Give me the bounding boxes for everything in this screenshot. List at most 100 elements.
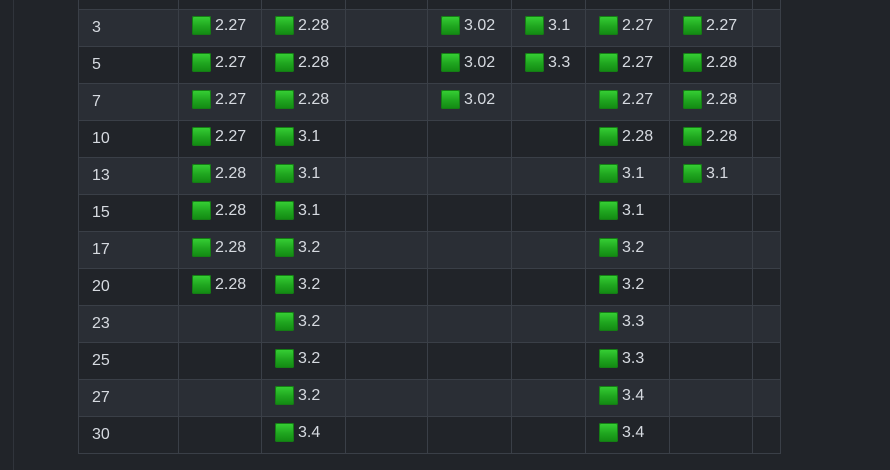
min-version-value: 3.2 bbox=[298, 349, 321, 367]
green-square-icon bbox=[525, 53, 544, 73]
green-square-icon bbox=[441, 16, 460, 36]
support-indicator: 2.28 bbox=[275, 16, 329, 36]
version-compatibility-table: 3 2.27 2.28 3.02 3.1 2.27 2.27 5 2.27 2.28 3.02 3.3… bbox=[78, 0, 781, 454]
green-square-icon bbox=[275, 386, 294, 406]
min-version-value: 2.28 bbox=[706, 90, 738, 108]
table-cell: 3.2 bbox=[261, 379, 346, 417]
table-cell bbox=[345, 157, 428, 195]
green-square-icon bbox=[525, 16, 544, 36]
version-cell: 20 bbox=[78, 268, 179, 306]
green-square-icon bbox=[275, 164, 294, 184]
min-version-value: 2.28 bbox=[298, 90, 330, 108]
support-indicator: 3.1 bbox=[525, 16, 570, 36]
green-square-icon bbox=[275, 90, 294, 110]
table-cell bbox=[669, 231, 753, 269]
table-cell: 2.27 bbox=[669, 9, 753, 47]
table-cell: 2.28 bbox=[178, 231, 262, 269]
table-cell: 3.2 bbox=[261, 305, 346, 343]
table-cell: 3.1 bbox=[261, 194, 346, 232]
table-cell: 3.1 bbox=[585, 157, 670, 195]
table-cell bbox=[752, 305, 781, 343]
min-version-value: 2.27 bbox=[215, 90, 247, 108]
min-version-value: 3.1 bbox=[298, 127, 321, 145]
table-cell bbox=[178, 305, 262, 343]
table-cell: 3.2 bbox=[261, 231, 346, 269]
table-cell bbox=[345, 342, 428, 380]
table-cell: 2.27 bbox=[178, 83, 262, 121]
min-version-value: 3.02 bbox=[464, 16, 496, 34]
table-row: 25 3.2 3.3 bbox=[78, 342, 781, 380]
table-row: 3 2.27 2.28 3.02 3.1 2.27 2.27 bbox=[78, 9, 781, 47]
table-cell bbox=[427, 416, 512, 454]
green-square-icon bbox=[275, 349, 294, 369]
version-cell: 27 bbox=[78, 379, 179, 417]
support-indicator: 2.28 bbox=[275, 90, 329, 110]
min-version-value: 2.27 bbox=[706, 16, 738, 34]
support-indicator: 2.28 bbox=[275, 53, 329, 73]
table-cell: 2.28 bbox=[261, 46, 346, 84]
table-cell bbox=[261, 0, 346, 10]
min-version-value: 3.1 bbox=[298, 201, 321, 219]
green-square-icon bbox=[599, 90, 618, 110]
min-version-value: 3.1 bbox=[298, 164, 321, 182]
support-indicator: 3.1 bbox=[599, 164, 644, 184]
min-version-value: 3.2 bbox=[622, 238, 645, 256]
support-indicator: 3.02 bbox=[441, 53, 495, 73]
green-square-icon bbox=[275, 127, 294, 147]
table-row: 23 3.2 3.3 bbox=[78, 305, 781, 343]
support-indicator: 3.3 bbox=[525, 53, 570, 73]
min-version-value: 2.28 bbox=[706, 127, 738, 145]
green-square-icon bbox=[599, 275, 618, 295]
version-cell: 23 bbox=[78, 305, 179, 343]
min-version-value: 3.2 bbox=[298, 312, 321, 330]
min-version-value: 3.2 bbox=[622, 275, 645, 293]
table-cell: 2.28 bbox=[178, 194, 262, 232]
table-cell bbox=[427, 268, 512, 306]
table-cell bbox=[511, 416, 586, 454]
table-cell: 3.2 bbox=[261, 342, 346, 380]
min-version-value: 2.28 bbox=[622, 127, 654, 145]
table-row: 27 3.2 3.4 bbox=[78, 379, 781, 417]
version-cell bbox=[78, 0, 179, 10]
table-cell bbox=[178, 416, 262, 454]
table-cell bbox=[511, 194, 586, 232]
table-cell: 3.1 bbox=[511, 9, 586, 47]
green-square-icon bbox=[192, 275, 211, 295]
table-cell: 2.27 bbox=[585, 83, 670, 121]
support-indicator: 3.2 bbox=[275, 312, 320, 332]
min-version-value: 3.1 bbox=[622, 201, 645, 219]
table-cell bbox=[752, 342, 781, 380]
table-cell bbox=[427, 120, 512, 158]
green-square-icon bbox=[192, 53, 211, 73]
support-indicator: 3.2 bbox=[275, 386, 320, 406]
min-version-value: 3.1 bbox=[622, 164, 645, 182]
support-indicator: 2.28 bbox=[683, 127, 737, 147]
green-square-icon bbox=[192, 201, 211, 221]
table-cell bbox=[752, 416, 781, 454]
min-version-value: 3.3 bbox=[622, 312, 645, 330]
support-indicator: 2.27 bbox=[599, 53, 653, 73]
support-indicator: 3.2 bbox=[275, 238, 320, 258]
version-cell: 25 bbox=[78, 342, 179, 380]
table-row: 10 2.27 3.1 2.28 2.28 bbox=[78, 120, 781, 158]
support-indicator: 3.2 bbox=[275, 275, 320, 295]
green-square-icon bbox=[599, 423, 618, 443]
min-version-value: 3.02 bbox=[464, 53, 496, 71]
table-cell bbox=[345, 416, 428, 454]
table-cell bbox=[345, 305, 428, 343]
support-indicator: 2.27 bbox=[192, 90, 246, 110]
min-version-value: 2.28 bbox=[298, 53, 330, 71]
green-square-icon bbox=[683, 16, 702, 36]
min-version-value: 2.28 bbox=[215, 238, 247, 256]
min-version-value: 3.1 bbox=[548, 16, 571, 34]
table-cell bbox=[752, 231, 781, 269]
table-cell bbox=[427, 0, 512, 10]
gutter-divider bbox=[13, 0, 14, 470]
green-square-icon bbox=[192, 90, 211, 110]
support-indicator: 3.1 bbox=[275, 201, 320, 221]
table-cell bbox=[427, 342, 512, 380]
table-cell bbox=[345, 83, 428, 121]
table-cell bbox=[669, 194, 753, 232]
min-version-value: 3.4 bbox=[622, 386, 645, 404]
min-version-value: 2.28 bbox=[215, 275, 247, 293]
